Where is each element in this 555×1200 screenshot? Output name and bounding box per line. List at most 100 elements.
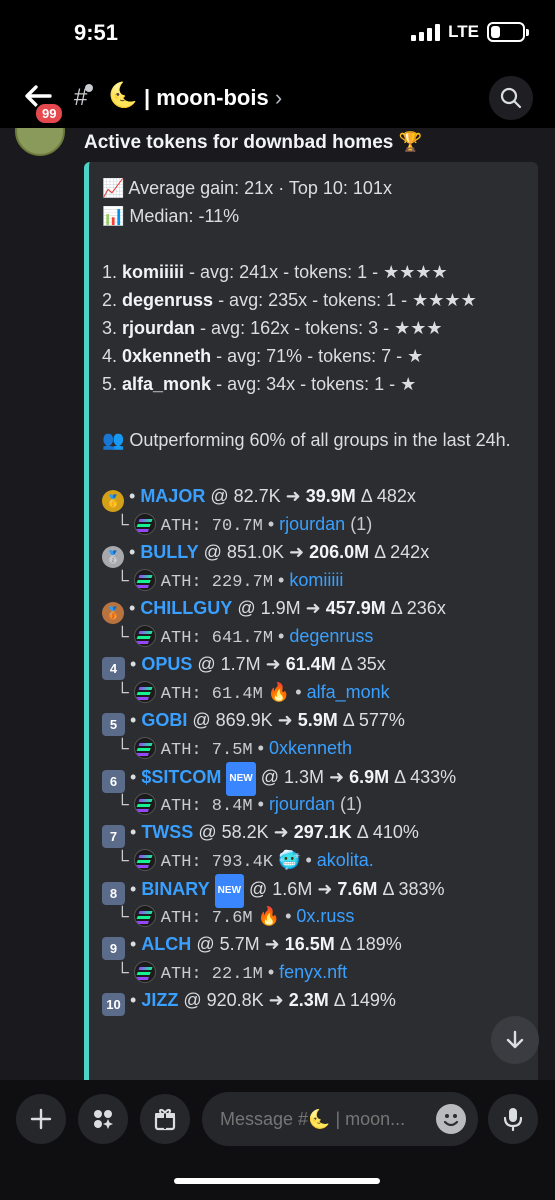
token-peak: 61.4M (280, 654, 336, 674)
message-composer (0, 1080, 555, 1200)
bullet: • (262, 514, 280, 534)
scroll-down-button[interactable] (491, 1016, 539, 1064)
caller-link[interactable]: 0xkenneth (269, 738, 352, 758)
token-delta: Δ 35x (335, 654, 386, 674)
token-ath-row: └ ATH: 641.7M • degenruss (102, 622, 532, 650)
medal-icon: 🥉 (102, 602, 124, 624)
channel-title[interactable]: | moon-bois › (144, 85, 282, 111)
reply-branch-icon: └ (116, 738, 129, 758)
token-delta: Δ 236x (385, 598, 446, 618)
avatar[interactable] (15, 128, 65, 156)
arrow-right-icon: ➜ (285, 486, 301, 506)
leader-name[interactable]: rjourdan (122, 318, 195, 338)
token-name[interactable]: GOBI (141, 710, 187, 730)
leader-name[interactable]: 0xkenneth (122, 346, 211, 366)
token-peak: 16.5M (279, 934, 335, 954)
embed-content: 📈 Average gain: 21x · Top 10: 101x 📊 Med… (102, 174, 532, 1016)
token-name[interactable]: BINARY (141, 879, 209, 899)
caller-link[interactable]: alfa_monk (307, 682, 390, 702)
stat-line: 📊 Median: -11% (102, 206, 240, 226)
ath-value: ATH: 70.7M (160, 517, 263, 536)
emoji-icon[interactable] (436, 1104, 466, 1134)
token-name[interactable]: OPUS (141, 654, 192, 674)
caller-link[interactable]: degenruss (289, 626, 373, 646)
ath-emoji: 🔥 (257, 906, 281, 926)
token-name[interactable]: ALCH (141, 934, 191, 954)
home-indicator (174, 1178, 380, 1184)
bullet: • (124, 542, 141, 562)
leader-list: 1. komiiiii - avg: 241x - tokens: 1 - ★★… (102, 258, 532, 398)
ath-value: ATH: 8.4M (160, 797, 253, 816)
leader-stats: - avg: 34x - tokens: 1 - ★ (211, 374, 417, 394)
chevron-right-icon: › (274, 85, 283, 110)
reply-branch-icon: └ (116, 626, 129, 646)
gift-button[interactable] (140, 1094, 190, 1144)
token-delta: Δ 189% (334, 934, 402, 954)
token-peak: 2.3M (283, 990, 329, 1010)
caller-link[interactable]: rjourdan (279, 514, 345, 534)
message-list[interactable]: Active tokens for downbad homes 🏆 📈 Aver… (0, 128, 555, 1080)
token-name[interactable]: $SITCOM (141, 767, 221, 787)
caller-link[interactable]: 0x.russ (296, 906, 354, 926)
leader-row: 4. 0xkenneth - avg: 71% - tokens: 7 - ★ (102, 342, 512, 370)
token-name[interactable]: TWSS (141, 822, 193, 842)
rank-badge: 9 (102, 937, 125, 960)
ath-value: ATH: 641.7M (160, 629, 274, 648)
token-peak: 6.9M (344, 767, 390, 787)
token-name[interactable]: MAJOR (140, 486, 205, 506)
solana-icon (133, 681, 156, 703)
microphone-button[interactable] (488, 1094, 538, 1144)
microphone-icon (503, 1108, 523, 1132)
ath-value: ATH: 22.1M (160, 965, 263, 984)
token-name[interactable]: JIZZ (141, 990, 178, 1010)
caller-suffix: (1) (345, 514, 373, 534)
channel-header: 99 # 🌜 | moon-bois › (0, 70, 555, 128)
solana-icon (133, 793, 156, 815)
medal-icon: 🥈 (102, 546, 124, 568)
caller-link[interactable]: fenyx.nft (279, 962, 347, 982)
arrow-right-icon: ➜ (277, 710, 293, 730)
bullet: • (273, 570, 290, 590)
outperform-text: 👥 Outperforming 60% of all groups in the… (102, 430, 511, 450)
rank-badge: 4 (102, 657, 125, 680)
ath-value: ATH: 229.7M (160, 573, 274, 592)
token-entry: @ 1.3M (255, 767, 329, 787)
reply-branch-icon: └ (116, 514, 129, 534)
token-row: 8 • BINARY NEW @ 1.6M ➜ 7.6M Δ 383% (102, 874, 532, 908)
caller-link[interactable]: komiiiii (289, 570, 343, 590)
token-name[interactable]: CHILLGUY (140, 598, 232, 618)
leader-name[interactable]: komiiiii (122, 262, 184, 282)
apps-button[interactable] (78, 1094, 128, 1144)
token-delta: Δ 577% (337, 710, 405, 730)
caller-link[interactable]: rjourdan (269, 794, 335, 814)
signal-icon (411, 23, 441, 41)
status-bar: 9:51 LTE (0, 0, 555, 70)
token-row: 🥈 • BULLY @ 851.0K ➜ 206.0M Δ 242x (102, 538, 532, 568)
channel-emoji: 🌜 (108, 82, 138, 109)
token-peak: 297.1K (288, 822, 352, 842)
caller-link[interactable]: akolita. (317, 850, 374, 870)
bullet: • (273, 626, 290, 646)
solana-icon (133, 961, 156, 983)
ath-value: ATH: 7.5M (160, 741, 253, 760)
add-attachment-button[interactable] (16, 1094, 66, 1144)
leader-row: 2. degenruss - avg: 235x - tokens: 1 - ★… (102, 286, 512, 314)
leader-number: 5. (102, 374, 118, 394)
leader-name[interactable]: degenruss (122, 290, 213, 310)
token-row: 🥇 • MAJOR @ 82.7K ➜ 39.9M Δ 482x (102, 482, 532, 512)
token-name[interactable]: BULLY (140, 542, 198, 562)
token-peak: 39.9M (300, 486, 356, 506)
solana-icon (133, 569, 156, 591)
ath-emoji: 🥶 (278, 850, 301, 870)
solana-icon (133, 625, 156, 647)
bullet: • (124, 598, 141, 618)
leader-stats: - avg: 235x - tokens: 1 - ★★★★ (213, 290, 477, 310)
token-row: 9 • ALCH @ 5.7M ➜ 16.5M Δ 189% (102, 930, 532, 960)
message-input[interactable] (202, 1092, 412, 1146)
message-input-container[interactable] (202, 1092, 478, 1146)
leader-name[interactable]: alfa_monk (122, 374, 211, 394)
rank-badge: 7 (102, 825, 125, 848)
arrow-down-icon (506, 1030, 524, 1049)
token-peak: 5.9M (292, 710, 338, 730)
search-button[interactable] (489, 76, 533, 120)
